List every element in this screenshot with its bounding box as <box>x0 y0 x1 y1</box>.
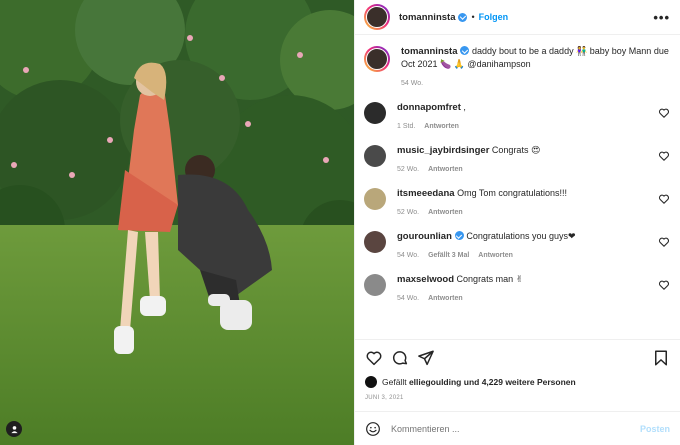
commenter-avatar[interactable] <box>364 102 386 124</box>
commenter-username[interactable]: maxselwood <box>397 274 454 285</box>
comment-row: gourounlian Congratulations you guys❤ 54 … <box>364 230 670 259</box>
post-date[interactable]: JUNI 3, 2021 <box>355 389 680 411</box>
comment-row: music_jaybirdsinger Congrats 😍 52 Wo. Antw… <box>364 144 670 173</box>
post-comment-button[interactable]: Posten <box>640 424 670 434</box>
share-icon[interactable] <box>417 349 435 367</box>
comment-text: Congrats man ✌ <box>456 274 524 284</box>
verified-badge-icon <box>458 12 468 22</box>
heart-icon[interactable] <box>658 236 670 248</box>
caption-time[interactable]: 54 Wo. <box>401 80 423 87</box>
post-caption: tomanninsta daddy bout to be a daddy 👫 b… <box>364 45 670 87</box>
likes-suffix[interactable]: und 4,229 weitere Personen <box>464 377 576 387</box>
comment-text: Omg Tom congratulations!!! <box>457 188 567 198</box>
likes-summary[interactable]: Gefällt elliegoulding und 4,229 weitere … <box>355 375 680 389</box>
comment-icon[interactable] <box>391 349 409 367</box>
caption-username[interactable]: tomanninsta <box>401 46 457 57</box>
follow-button[interactable]: Folgen <box>479 12 509 22</box>
liker-username[interactable]: elliegoulding <box>409 377 461 387</box>
post-sidebar: tomanninsta • Folgen ••• tomanninsta dad… <box>354 0 680 445</box>
author-username[interactable]: tomanninsta <box>399 12 455 23</box>
comments-list[interactable]: tomanninsta daddy bout to be a daddy 👫 b… <box>355 35 680 339</box>
user-tag-icon <box>10 425 18 433</box>
comment-row: donnapomfret , 1 Std. Antworten <box>364 101 670 130</box>
reply-button[interactable]: Antworten <box>428 166 463 173</box>
action-bar <box>355 339 680 375</box>
reply-button[interactable]: Antworten <box>428 209 463 216</box>
emoji-icon[interactable] <box>365 421 381 437</box>
heart-icon[interactable] <box>658 279 670 291</box>
commenter-avatar[interactable] <box>364 231 386 253</box>
comment-input[interactable] <box>391 423 640 434</box>
heart-icon[interactable] <box>658 193 670 205</box>
commenter-avatar[interactable] <box>364 188 386 210</box>
comment-time[interactable]: 1 Std. <box>397 123 415 130</box>
comment-time[interactable]: 52 Wo. <box>397 209 419 216</box>
comment-text: Congrats 😍 <box>491 145 541 155</box>
comment-likes[interactable]: Gefällt 3 Mal <box>428 252 469 259</box>
heart-icon[interactable] <box>365 349 383 367</box>
comment-composer: Posten <box>355 411 680 445</box>
commenter-avatar[interactable] <box>364 145 386 167</box>
caption-avatar[interactable] <box>364 46 390 72</box>
commenter-username[interactable]: gourounlian <box>397 231 452 242</box>
author-avatar[interactable] <box>364 4 390 30</box>
heart-icon[interactable] <box>658 107 670 119</box>
comment-text: Congratulations you guys❤ <box>466 231 576 241</box>
commenter-username[interactable]: itsmeeedana <box>397 188 455 199</box>
comment-time[interactable]: 52 Wo. <box>397 166 419 173</box>
verified-badge-icon <box>454 231 464 240</box>
reply-button[interactable]: Antworten <box>424 123 459 130</box>
comment-time[interactable]: 54 Wo. <box>397 252 419 259</box>
more-options-button[interactable]: ••• <box>653 10 670 25</box>
comment-row: maxselwood Congrats man ✌ 54 Wo. Antworten <box>364 273 670 302</box>
post-viewer: tomanninsta • Folgen ••• tomanninsta dad… <box>0 0 680 445</box>
photo-image <box>0 0 354 445</box>
reply-button[interactable]: Antworten <box>478 252 513 259</box>
commenter-username[interactable]: music_jaybirdsinger <box>397 145 489 156</box>
comment-row: itsmeeedana Omg Tom congratulations!!! 52… <box>364 187 670 216</box>
separator-dot: • <box>471 12 475 22</box>
likes-prefix: Gefällt <box>382 377 407 387</box>
heart-icon[interactable] <box>658 150 670 162</box>
liker-avatar[interactable] <box>365 376 377 388</box>
user-tag-button[interactable] <box>6 421 22 437</box>
bookmark-icon[interactable] <box>652 349 670 367</box>
comment-text: , <box>463 102 466 112</box>
comment-time[interactable]: 54 Wo. <box>397 295 419 302</box>
reply-button[interactable]: Antworten <box>428 295 463 302</box>
post-header: tomanninsta • Folgen ••• <box>355 0 680 35</box>
post-photo[interactable] <box>0 0 354 445</box>
commenter-username[interactable]: donnapomfret <box>397 102 461 113</box>
commenter-avatar[interactable] <box>364 274 386 296</box>
